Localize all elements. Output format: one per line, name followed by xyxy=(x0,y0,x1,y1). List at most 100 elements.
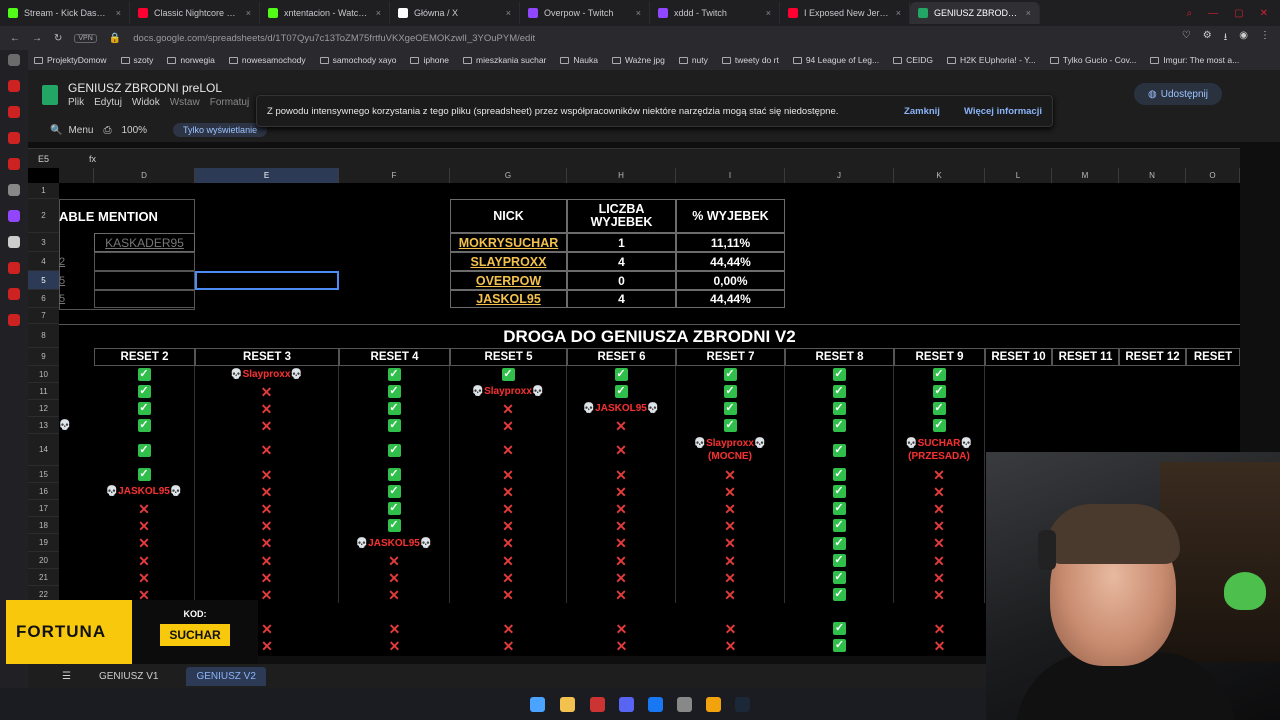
zoom-select[interactable]: 100% xyxy=(121,125,147,136)
col-header-i[interactable]: I xyxy=(676,168,785,183)
row-header-17[interactable]: 17 xyxy=(28,500,59,517)
menu-insert[interactable]: Wstaw xyxy=(170,97,200,108)
menu-icon[interactable]: ⋮ xyxy=(1260,30,1270,47)
notice-close-button[interactable]: Zamknij xyxy=(904,106,940,117)
tab-close-icon[interactable]: × xyxy=(1026,8,1031,18)
col-header-m[interactable]: M xyxy=(1052,168,1119,183)
col-header-k[interactable]: K xyxy=(894,168,985,183)
sidebar-icon[interactable] xyxy=(8,262,20,274)
back-icon[interactable]: ← xyxy=(10,33,20,44)
sidebar-icon[interactable] xyxy=(8,106,20,118)
bookmark-item[interactable]: Tylko Gucio - Cov... xyxy=(1049,55,1136,65)
bookmark-item[interactable]: ProjektyDomow xyxy=(34,55,107,65)
extension-icon[interactable]: ⚙ xyxy=(1203,30,1212,47)
menu-file[interactable]: Plik xyxy=(68,97,84,108)
profile-icon[interactable]: ◉ xyxy=(1239,30,1248,47)
bookmark-item[interactable]: Imgur: The most a... xyxy=(1150,55,1239,65)
notice-more-info-button[interactable]: Więcej informacji xyxy=(964,106,1042,117)
row-header-6[interactable]: 6 xyxy=(28,290,59,308)
col-header-h[interactable]: H xyxy=(567,168,676,183)
sidebar-icon[interactable] xyxy=(8,158,20,170)
vpn-badge[interactable]: VPN xyxy=(74,33,97,43)
row-header-3[interactable]: 3 xyxy=(28,233,59,252)
browser-tab[interactable]: xntentacion - Watch the V × xyxy=(260,2,390,24)
row-header-11[interactable]: 11 xyxy=(28,383,59,400)
opera-icon[interactable] xyxy=(590,697,605,712)
bookmark-item[interactable]: Ważne jpg xyxy=(611,55,665,65)
bookmark-icon[interactable]: ♡ xyxy=(1182,30,1191,47)
sheet-tab-geniusz-v2[interactable]: GENIUSZ V2 xyxy=(186,666,266,686)
row-header-15[interactable]: 15 xyxy=(28,466,59,483)
row-header-2[interactable]: 2 xyxy=(28,199,59,233)
close-icon[interactable]: ✕ xyxy=(1260,8,1268,19)
col-header-f[interactable]: F xyxy=(339,168,450,183)
messenger-icon[interactable] xyxy=(648,697,663,712)
app-icon[interactable] xyxy=(706,697,721,712)
reload-icon[interactable]: ↻ xyxy=(54,33,62,44)
sidebar-icon[interactable] xyxy=(8,132,20,144)
row-header-19[interactable]: 19 xyxy=(28,534,59,552)
sidebar-icon[interactable] xyxy=(8,80,20,92)
file-explorer-icon[interactable] xyxy=(560,697,575,712)
browser-tab[interactable]: I Exposed New Jersey's J × xyxy=(780,2,910,24)
discord-icon[interactable] xyxy=(619,697,634,712)
browser-tab[interactable]: Stream - Kick Dashboard × xyxy=(0,2,130,24)
download-icon[interactable]: ⭳ xyxy=(1224,30,1228,47)
search-icon[interactable]: ⌕ xyxy=(1187,8,1193,19)
row-header-12[interactable]: 12 xyxy=(28,400,59,417)
row-header-16[interactable]: 16 xyxy=(28,483,59,500)
url-text[interactable]: docs.google.com/spreadsheets/d/1T07Qyu7c… xyxy=(133,33,535,44)
sheets-logo-icon[interactable] xyxy=(42,85,58,105)
col-header-e[interactable]: E xyxy=(195,168,339,183)
tab-close-icon[interactable]: × xyxy=(766,8,771,18)
browser-tab[interactable]: xddd - Twitch × xyxy=(650,2,780,24)
row-header-18[interactable]: 18 xyxy=(28,517,59,534)
settings-icon[interactable] xyxy=(8,314,20,326)
row-header-20[interactable]: 20 xyxy=(28,552,59,569)
tab-close-icon[interactable]: × xyxy=(116,8,121,18)
start-icon[interactable] xyxy=(530,697,545,712)
bookmark-item[interactable]: szoty xyxy=(120,55,153,65)
row-header-5[interactable]: 5 xyxy=(28,271,59,290)
bookmark-item[interactable]: Nauka xyxy=(560,55,598,65)
sidebar-icon[interactable] xyxy=(8,288,20,300)
bookmark-item[interactable]: CEIDG xyxy=(893,55,933,65)
col-header-o[interactable]: O xyxy=(1186,168,1240,183)
twitch-icon[interactable] xyxy=(8,210,20,222)
bookmark-item[interactable]: samochody xayo xyxy=(319,55,396,65)
view-only-badge[interactable]: Tylko wyświetlanie xyxy=(173,123,268,137)
menu-edit[interactable]: Edytuj xyxy=(94,97,122,108)
share-button[interactable]: ◍ Udostępnij xyxy=(1134,83,1222,105)
bookmark-item[interactable]: iphone xyxy=(410,55,449,65)
app-icon[interactable] xyxy=(677,697,692,712)
steam-icon[interactable] xyxy=(735,697,750,712)
sheet-tab-geniusz-v1[interactable]: GENIUSZ V1 xyxy=(89,667,168,686)
browser-tab[interactable]: GENIUSZ ZBRODNI preLO × xyxy=(910,2,1040,24)
sidebar-icon[interactable] xyxy=(8,54,20,66)
col-header-d[interactable]: D xyxy=(94,168,195,183)
col-header-j[interactable]: J xyxy=(785,168,894,183)
row-header-7[interactable]: 7 xyxy=(28,308,59,324)
menu-search[interactable]: 🔍 Menu xyxy=(50,125,93,136)
col-header-g[interactable]: G xyxy=(450,168,567,183)
tab-close-icon[interactable]: × xyxy=(246,8,251,18)
maximize-icon[interactable]: ▢ xyxy=(1234,8,1243,19)
bookmark-item[interactable]: nowesamochody xyxy=(228,55,306,65)
row-header-21[interactable]: 21 xyxy=(28,569,59,586)
bookmark-item[interactable]: mieszkania suchar xyxy=(463,55,546,65)
row-header-14[interactable]: 14 xyxy=(28,434,59,466)
bookmark-item[interactable]: tweety do rt xyxy=(721,55,779,65)
minimize-icon[interactable]: — xyxy=(1208,8,1218,19)
x-icon[interactable] xyxy=(8,236,20,248)
menu-view[interactable]: Widok xyxy=(132,97,160,108)
print-icon[interactable]: ⎙ xyxy=(103,125,111,136)
bookmark-item[interactable]: norwegia xyxy=(167,55,215,65)
menu-format[interactable]: Formatuj xyxy=(210,97,249,108)
row-header-10[interactable]: 10 xyxy=(28,366,59,383)
bookmark-item[interactable]: nuty xyxy=(678,55,708,65)
row-header-8[interactable]: 8 xyxy=(28,324,59,348)
tab-close-icon[interactable]: × xyxy=(896,8,901,18)
browser-tab[interactable]: Overpow - Twitch × xyxy=(520,2,650,24)
row-header-4[interactable]: 4 xyxy=(28,252,59,271)
browser-tab[interactable]: Classic Nightcore mix - Yo × xyxy=(130,2,260,24)
